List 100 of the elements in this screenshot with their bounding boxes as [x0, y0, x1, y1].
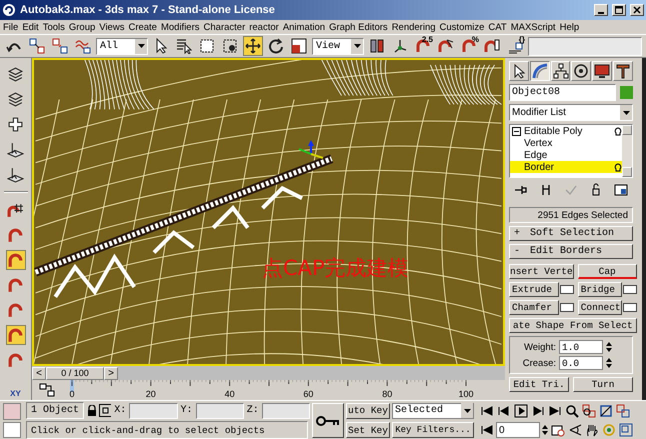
menu-item[interactable]: Create [128, 22, 157, 32]
panel-button[interactable]: Bridge [578, 282, 622, 297]
key-mode-icon[interactable] [479, 422, 494, 438]
snap-icon [415, 38, 431, 54]
modify-icon [532, 63, 548, 79]
snap-icon [461, 38, 477, 54]
rollout-header[interactable]: + Soft Selection [509, 226, 633, 241]
menu-item[interactable]: Group [68, 22, 96, 32]
menu-item[interactable]: Modifiers [160, 22, 200, 32]
dropdown[interactable]: All [96, 38, 148, 54]
panel-button[interactable]: Cap [578, 264, 637, 279]
menu-item[interactable]: Customize [440, 22, 484, 32]
tool-button[interactable]: {} [505, 36, 525, 56]
configure-icon[interactable] [614, 182, 628, 196]
settings-button[interactable] [560, 303, 574, 312]
spinner-snap-icon [484, 38, 500, 54]
coordinate-field[interactable] [262, 402, 310, 418]
coordinate-field[interactable] [129, 402, 178, 418]
all-extents-icon[interactable] [615, 403, 630, 418]
scrollbar[interactable] [622, 125, 632, 177]
panel-button[interactable]: Chamfer [509, 300, 559, 315]
play-icon[interactable] [513, 403, 528, 418]
coordinate-field[interactable] [196, 402, 244, 418]
key-button[interactable] [312, 403, 344, 438]
tool-button[interactable] [50, 36, 70, 56]
spinner-arrows-icon[interactable] [606, 341, 612, 353]
menu-item[interactable]: MAXScript [510, 22, 556, 32]
close-button[interactable] [630, 4, 644, 16]
panel-button[interactable]: Turn [573, 377, 633, 392]
minimize-button[interactable] [594, 4, 608, 16]
tool-button[interactable] [243, 36, 263, 56]
key-mode-dropdown[interactable]: Selected [392, 402, 474, 418]
settings-button[interactable] [622, 285, 637, 294]
curve-editor-icon[interactable] [39, 383, 55, 397]
tool-button[interactable] [27, 36, 47, 56]
tool-button[interactable] [289, 36, 309, 56]
auto-key-button[interactable]: uto Key [346, 402, 390, 418]
object-color-swatch[interactable] [620, 86, 633, 99]
move-icon [245, 38, 261, 54]
magnet-icon [7, 226, 24, 244]
menu-item[interactable]: Character [204, 22, 246, 32]
padlock-icon[interactable] [87, 404, 96, 416]
time-slider-thumb[interactable]: 0 / 100 [46, 366, 104, 380]
crossing-icon [222, 38, 238, 54]
stack-item[interactable]: Edge [510, 149, 622, 161]
scale-icon [291, 38, 307, 54]
next-frame-button[interactable]: > [104, 366, 118, 380]
maximize-button[interactable] [612, 4, 626, 16]
menu-item[interactable]: CAT [488, 22, 507, 32]
stack-item[interactable]: Vertex [510, 137, 622, 149]
panel-button[interactable]: Edit Tri. [509, 377, 569, 392]
panel-button[interactable]: Extrude [509, 282, 559, 297]
spinner-field[interactable]: 0.0 [559, 356, 603, 370]
maximize-icon[interactable] [618, 422, 633, 438]
fov-icon[interactable] [567, 422, 582, 438]
magnet-icon [7, 252, 24, 268]
spinner-arrows-icon[interactable] [542, 424, 548, 436]
panel-button[interactable]: nsert Verte [509, 264, 574, 279]
object-name-field[interactable]: Object08 [509, 84, 616, 101]
panel-button[interactable]: ate Shape From Select [509, 318, 637, 333]
rollout-header[interactable]: - Edit Borders [509, 244, 633, 259]
collapse-toggle-icon[interactable] [512, 126, 521, 136]
dropdown[interactable]: View [312, 38, 364, 54]
tool-button[interactable]: % [459, 36, 479, 56]
stack-item[interactable]: Border [510, 161, 622, 173]
tick-label: 0 [70, 389, 74, 399]
lightbulb-icon[interactable] [614, 126, 622, 136]
settings-button[interactable] [622, 303, 637, 312]
menu-item[interactable]: reactor [249, 22, 279, 32]
settings-button[interactable] [560, 285, 574, 294]
previous-frame-button[interactable]: < [32, 366, 46, 380]
menu-item[interactable]: Graph Editors [329, 22, 388, 32]
menu-item[interactable]: Edit [22, 22, 39, 32]
key-filters-button[interactable]: Key Filters... [392, 422, 474, 438]
named-selection-field[interactable] [528, 36, 642, 56]
pan-icon[interactable] [584, 422, 599, 438]
menu-item[interactable]: Rendering [392, 22, 436, 32]
zoom-icon[interactable] [564, 403, 579, 418]
spinner-arrows-icon[interactable] [606, 357, 612, 369]
spinner-field[interactable]: 1.0 [559, 340, 603, 354]
tool-button[interactable] [266, 36, 286, 56]
lightbulb-icon[interactable] [614, 162, 622, 172]
extents-icon[interactable] [598, 403, 613, 418]
transform-mode-icon[interactable] [99, 404, 112, 417]
menu-item[interactable]: Tools [42, 22, 65, 32]
menu-item[interactable]: File [3, 22, 18, 32]
set-key-button[interactable]: Set Key [346, 422, 390, 438]
modifier-list-dropdown[interactable]: Modifier List [509, 104, 633, 121]
stack-item[interactable]: Editable Poly [510, 125, 622, 137]
menu-item[interactable]: Views [99, 22, 124, 32]
time-config-icon[interactable] [550, 422, 565, 438]
axis-constraint-label[interactable]: XY [10, 389, 21, 398]
track-bar[interactable]: 0 20 40 60 80 100 [62, 380, 502, 400]
tool-button[interactable]: 2.5 [413, 36, 433, 56]
panel-button[interactable]: Connect [578, 300, 622, 315]
zoom-all-icon[interactable] [581, 403, 596, 418]
frame-field[interactable]: 0 [496, 422, 540, 438]
menu-item[interactable]: Help [560, 22, 580, 32]
region-icon [199, 38, 215, 54]
menu-item[interactable]: Animation [282, 22, 326, 32]
